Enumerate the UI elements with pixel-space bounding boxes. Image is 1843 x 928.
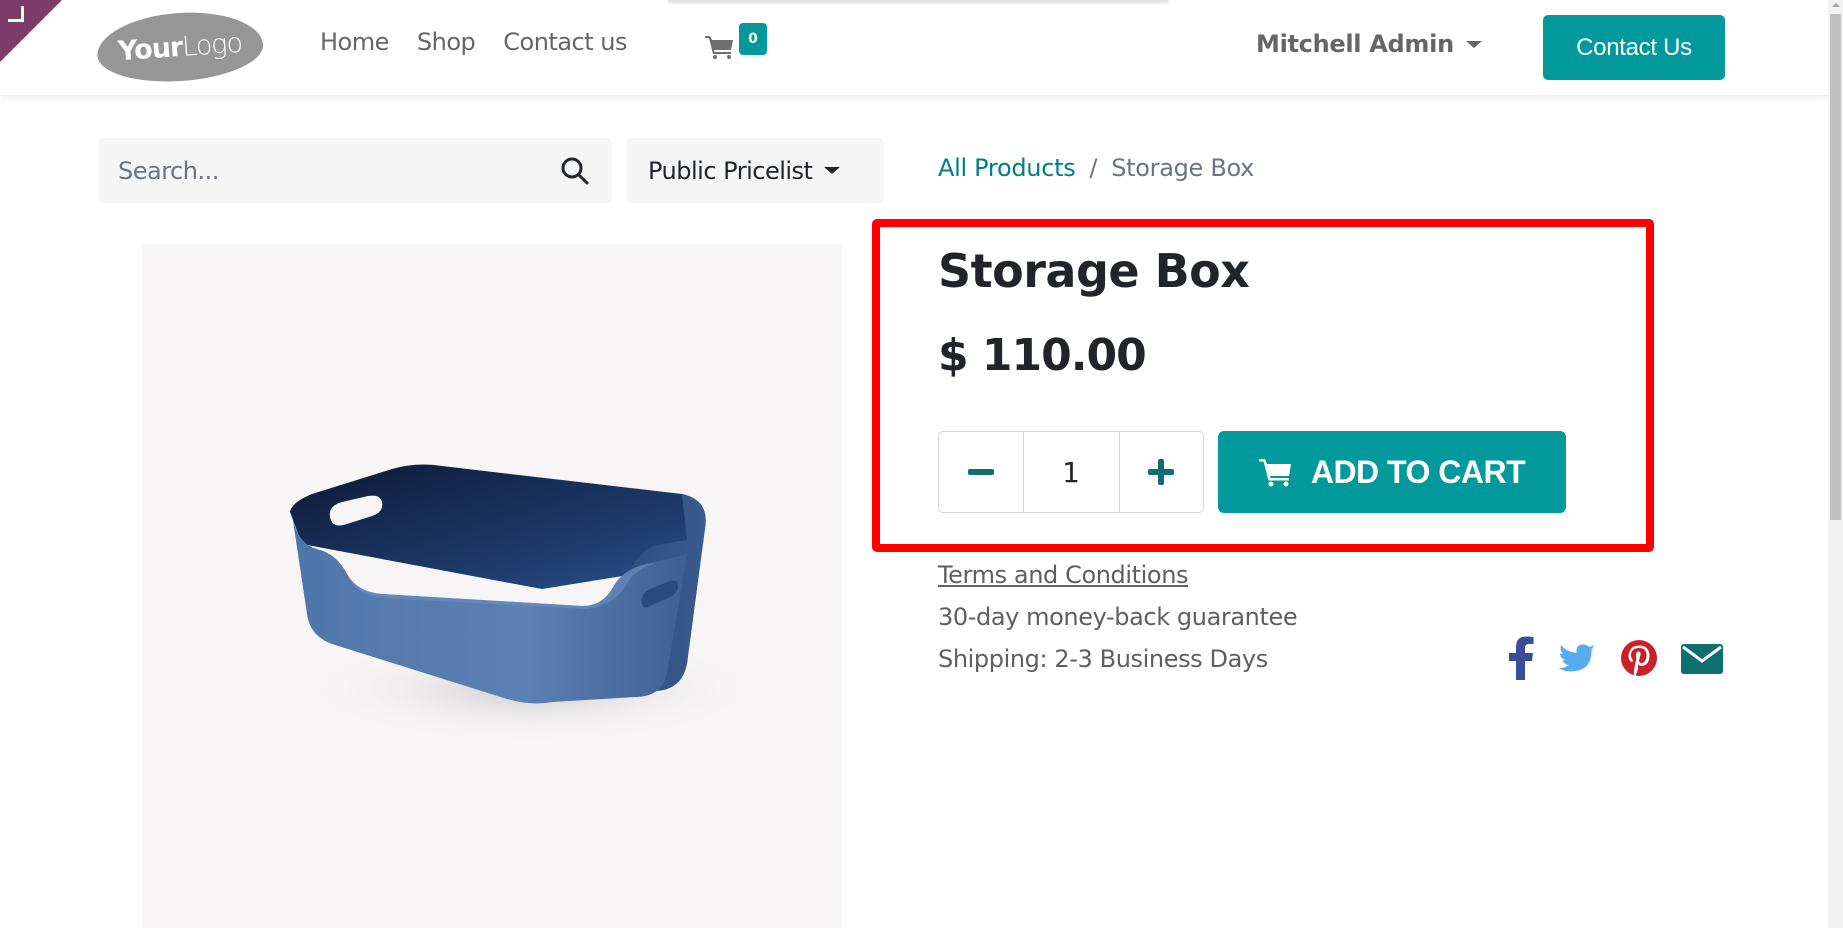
breadcrumb-separator: / xyxy=(1089,154,1098,182)
site-logo[interactable]: Your Logo xyxy=(94,7,266,87)
site-header: Your Logo Home Shop Contact us 0 Mitchell… xyxy=(0,0,1828,96)
decrease-quantity-button[interactable] xyxy=(939,432,1023,512)
twitter-icon xyxy=(1558,644,1595,672)
nav-contact-us[interactable]: Contact us xyxy=(503,28,627,56)
cart-link[interactable]: 0 xyxy=(705,23,769,63)
contact-us-button[interactable]: Contact Us xyxy=(1543,15,1725,80)
dropdown-shadow-edge xyxy=(668,0,1168,2)
logo-text-light: Logo xyxy=(181,27,243,63)
scrollbar-thumb[interactable] xyxy=(1830,14,1841,520)
product-title: Storage Box xyxy=(938,244,1250,298)
product-image[interactable] xyxy=(142,244,842,928)
shopping-cart-icon xyxy=(705,36,733,59)
increase-quantity-button[interactable] xyxy=(1120,432,1204,512)
breadcrumb-current: Storage Box xyxy=(1111,154,1255,182)
page-scrollbar[interactable] xyxy=(1828,0,1843,928)
breadcrumb: All Products / Storage Box xyxy=(938,154,1254,182)
pricelist-dropdown[interactable]: Public Pricelist xyxy=(626,138,884,203)
logo-text-bold: Your xyxy=(117,31,184,67)
nav-shop[interactable]: Shop xyxy=(417,28,476,56)
share-pinterest[interactable] xyxy=(1620,636,1658,680)
chevron-down-icon xyxy=(1465,40,1482,48)
quantity-input[interactable] xyxy=(1022,432,1120,512)
pinterest-icon xyxy=(1621,640,1657,676)
scroll-up-arrow-icon[interactable] xyxy=(1832,3,1840,7)
cart-count-badge: 0 xyxy=(739,23,767,55)
email-icon xyxy=(1681,644,1723,674)
minus-icon xyxy=(967,469,994,475)
quantity-stepper xyxy=(938,431,1204,513)
pricelist-selected: Public Pricelist xyxy=(648,156,813,185)
terms-and-conditions-link[interactable]: Terms and Conditions xyxy=(938,561,1189,589)
share-facebook[interactable] xyxy=(1506,636,1536,680)
shopping-cart-icon xyxy=(1258,459,1291,487)
storage-box-illustration xyxy=(290,464,762,744)
facebook-icon xyxy=(1509,636,1534,680)
plus-icon xyxy=(1148,459,1175,485)
shipping-text: Shipping: 2-3 Business Days xyxy=(938,645,1268,673)
guarantee-text: 30-day money-back guarantee xyxy=(938,603,1298,631)
product-price: $ 110.00 xyxy=(938,330,1147,381)
search-icon[interactable] xyxy=(560,156,590,186)
user-menu-dropdown[interactable]: Mitchell Admin xyxy=(1256,30,1482,58)
user-name: Mitchell Admin xyxy=(1256,30,1454,58)
share-email[interactable] xyxy=(1680,636,1724,680)
collapse-corner-icon xyxy=(8,6,24,22)
product-search xyxy=(98,138,612,203)
main-nav: Home Shop Contact us xyxy=(320,28,627,56)
search-input[interactable] xyxy=(98,138,558,203)
share-twitter[interactable] xyxy=(1558,636,1596,680)
add-to-cart-label: ADD TO CART xyxy=(1310,453,1526,490)
breadcrumb-all-products[interactable]: All Products xyxy=(938,154,1076,182)
chevron-down-icon xyxy=(824,167,841,174)
add-to-cart-button[interactable]: ADD TO CART xyxy=(1218,431,1566,513)
nav-home[interactable]: Home xyxy=(320,28,389,56)
social-share xyxy=(1506,636,1724,680)
